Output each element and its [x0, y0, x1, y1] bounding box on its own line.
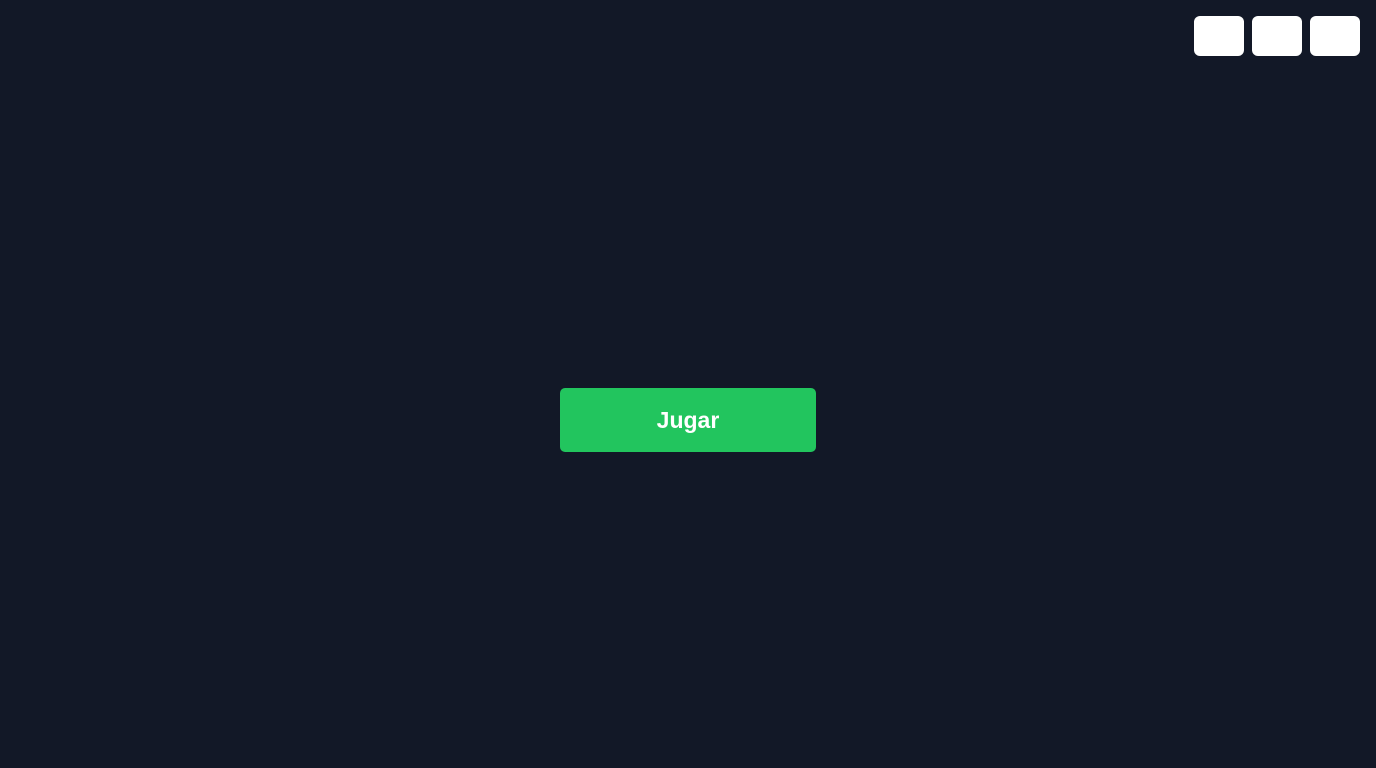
top-control-button-2[interactable]	[1252, 16, 1302, 56]
play-button[interactable]: Jugar	[560, 388, 816, 452]
play-button-label: Jugar	[656, 406, 720, 433]
top-controls	[1194, 16, 1360, 56]
top-control-button-1[interactable]	[1194, 16, 1244, 56]
game-screen: { "theme": { "background": "#121827", "a…	[0, 0, 1376, 768]
top-control-button-3[interactable]	[1310, 16, 1360, 56]
